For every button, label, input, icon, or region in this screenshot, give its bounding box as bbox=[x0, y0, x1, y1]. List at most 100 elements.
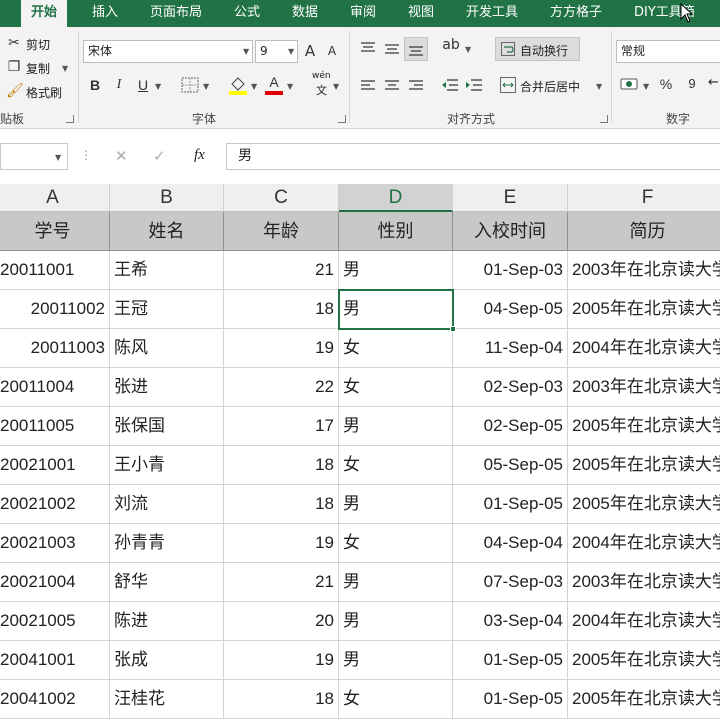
shrink-font-button[interactable]: A bbox=[326, 44, 338, 58]
bold-button[interactable]: B bbox=[88, 77, 102, 93]
cell-age[interactable]: 22 bbox=[224, 368, 339, 407]
cell-resume[interactable]: 2003年在北京读大学 bbox=[568, 251, 720, 290]
cell-resume[interactable]: 2004年在北京读大学 bbox=[568, 524, 720, 563]
cut-button[interactable]: 剪切 bbox=[26, 36, 50, 53]
header-cell-id[interactable]: 学号 bbox=[0, 212, 110, 251]
font-name-select[interactable]: 宋体 bbox=[83, 40, 253, 63]
cell-gender[interactable]: 男 bbox=[339, 290, 453, 329]
cell-id[interactable]: 20021001 bbox=[0, 446, 110, 485]
formula-input[interactable]: 男 bbox=[226, 143, 720, 170]
column-header-b[interactable]: B bbox=[110, 184, 224, 212]
cell-gender[interactable]: 女 bbox=[339, 524, 453, 563]
orientation-dropdown-icon[interactable]: ▼ bbox=[465, 45, 471, 54]
underline-button[interactable]: U bbox=[136, 77, 150, 93]
phonetic-button-top[interactable]: wén bbox=[312, 71, 331, 81]
cell-age[interactable]: 17 bbox=[224, 407, 339, 446]
cell-name[interactable]: 王希 bbox=[110, 251, 224, 290]
cell-id[interactable]: 20021003 bbox=[0, 524, 110, 563]
font-size-dropdown-icon[interactable]: ▼ bbox=[288, 47, 294, 56]
cell-gender[interactable]: 女 bbox=[339, 446, 453, 485]
cell-gender[interactable]: 女 bbox=[339, 329, 453, 368]
cell-name[interactable]: 张保国 bbox=[110, 407, 224, 446]
number-format-select[interactable]: 常规 bbox=[616, 40, 720, 63]
phonetic-dropdown-icon[interactable]: ▼ bbox=[333, 82, 339, 91]
copy-button[interactable]: 复制 bbox=[26, 60, 50, 77]
fill-color-icon[interactable] bbox=[228, 74, 248, 96]
cell-id[interactable]: 20011004 bbox=[0, 368, 110, 407]
cell-enroll-date[interactable]: 02-Sep-05 bbox=[453, 407, 568, 446]
cell-gender[interactable]: 男 bbox=[339, 407, 453, 446]
cell-id[interactable]: 20011005 bbox=[0, 407, 110, 446]
worksheet-grid[interactable]: A B C D E F 学号 姓名 年龄 性别 入校时间 简历 20011001 王希 21 男 01-Sep-… bbox=[0, 184, 720, 720]
tab-formulas[interactable]: 公式 bbox=[234, 0, 260, 27]
cell-resume[interactable]: 2005年在北京读大学 bbox=[568, 446, 720, 485]
cell-enroll-date[interactable]: 02-Sep-03 bbox=[453, 368, 568, 407]
tab-home[interactable]: 开始 bbox=[21, 0, 68, 27]
merge-center-dropdown-icon[interactable]: ▼ bbox=[596, 82, 602, 91]
decrease-indent-icon[interactable] bbox=[441, 78, 459, 92]
fill-color-dropdown-icon[interactable]: ▼ bbox=[251, 82, 257, 91]
cancel-icon[interactable]: ✕ bbox=[115, 147, 128, 165]
cell-resume[interactable]: 2003年在北京读大学 bbox=[568, 563, 720, 602]
cell-gender[interactable]: 男 bbox=[339, 641, 453, 680]
fill-handle[interactable] bbox=[450, 326, 456, 332]
column-header-f[interactable]: F bbox=[568, 184, 720, 212]
font-color-dropdown-icon[interactable]: ▼ bbox=[287, 82, 293, 91]
cell-name[interactable]: 陈风 bbox=[110, 329, 224, 368]
merge-center-icon[interactable] bbox=[500, 77, 516, 93]
font-launcher-icon[interactable] bbox=[338, 115, 346, 123]
cell-gender[interactable]: 男 bbox=[339, 563, 453, 602]
cell-resume[interactable]: 2003年在北京读大学 bbox=[568, 368, 720, 407]
font-name-dropdown-icon[interactable]: ▼ bbox=[243, 47, 249, 56]
cell-age[interactable]: 18 bbox=[224, 485, 339, 524]
insert-function-icon[interactable]: fx bbox=[194, 147, 205, 164]
cell-name[interactable]: 刘流 bbox=[110, 485, 224, 524]
tab-insert[interactable]: 插入 bbox=[92, 0, 118, 27]
cell-id[interactable]: 20021004 bbox=[0, 563, 110, 602]
comma-style-button[interactable]: 9 bbox=[684, 76, 700, 91]
cell-gender[interactable]: 女 bbox=[339, 680, 453, 719]
cell-id[interactable]: 20011001 bbox=[0, 251, 110, 290]
cell-age[interactable]: 18 bbox=[224, 290, 339, 329]
align-middle-icon[interactable] bbox=[384, 43, 400, 55]
clipboard-launcher-icon[interactable] bbox=[66, 115, 74, 123]
cell-enroll-date[interactable]: 11-Sep-04 bbox=[453, 329, 568, 368]
cell-enroll-date[interactable]: 07-Sep-03 bbox=[453, 563, 568, 602]
cell-resume[interactable]: 2005年在北京读大学 bbox=[568, 641, 720, 680]
font-color-button[interactable]: A bbox=[266, 74, 282, 90]
copy-dropdown-icon[interactable]: ▼ bbox=[62, 64, 68, 73]
cell-age[interactable]: 19 bbox=[224, 524, 339, 563]
align-center-icon[interactable] bbox=[384, 79, 400, 91]
cell-gender[interactable]: 男 bbox=[339, 251, 453, 290]
column-header-c[interactable]: C bbox=[224, 184, 339, 212]
header-cell-enroll-date[interactable]: 入校时间 bbox=[453, 212, 568, 251]
cell-age[interactable]: 18 bbox=[224, 446, 339, 485]
name-box[interactable]: ▼ bbox=[0, 143, 68, 170]
border-icon[interactable] bbox=[181, 77, 199, 93]
column-header-d[interactable]: D bbox=[339, 184, 453, 212]
currency-icon[interactable] bbox=[620, 75, 640, 93]
border-dropdown-icon[interactable]: ▼ bbox=[203, 82, 209, 91]
cell-age[interactable]: 20 bbox=[224, 602, 339, 641]
cell-resume[interactable]: 2005年在北京读大学 bbox=[568, 680, 720, 719]
tab-page-layout[interactable]: 页面布局 bbox=[150, 0, 202, 27]
header-cell-gender[interactable]: 性别 bbox=[339, 212, 453, 251]
header-cell-resume[interactable]: 简历 bbox=[568, 212, 720, 251]
cell-enroll-date[interactable]: 05-Sep-05 bbox=[453, 446, 568, 485]
alignment-launcher-icon[interactable] bbox=[600, 115, 608, 123]
cell-enroll-date[interactable]: 01-Sep-05 bbox=[453, 680, 568, 719]
cell-age[interactable]: 21 bbox=[224, 563, 339, 602]
cell-resume[interactable]: 2005年在北京读大学 bbox=[568, 290, 720, 329]
cell-id[interactable]: 20011003 bbox=[0, 329, 110, 368]
align-left-icon[interactable] bbox=[360, 79, 376, 91]
grow-font-button[interactable]: A bbox=[303, 42, 317, 60]
tab-view[interactable]: 视图 bbox=[408, 0, 434, 27]
cell-enroll-date[interactable]: 04-Sep-05 bbox=[453, 290, 568, 329]
cell-resume[interactable]: 2005年在北京读大学 bbox=[568, 407, 720, 446]
cell-name[interactable]: 张进 bbox=[110, 368, 224, 407]
cell-id[interactable]: 20041002 bbox=[0, 680, 110, 719]
cell-enroll-date[interactable]: 03-Sep-04 bbox=[453, 602, 568, 641]
cell-name[interactable]: 舒华 bbox=[110, 563, 224, 602]
increase-indent-icon[interactable] bbox=[465, 78, 483, 92]
tab-fangfang[interactable]: 方方格子 bbox=[550, 0, 602, 27]
